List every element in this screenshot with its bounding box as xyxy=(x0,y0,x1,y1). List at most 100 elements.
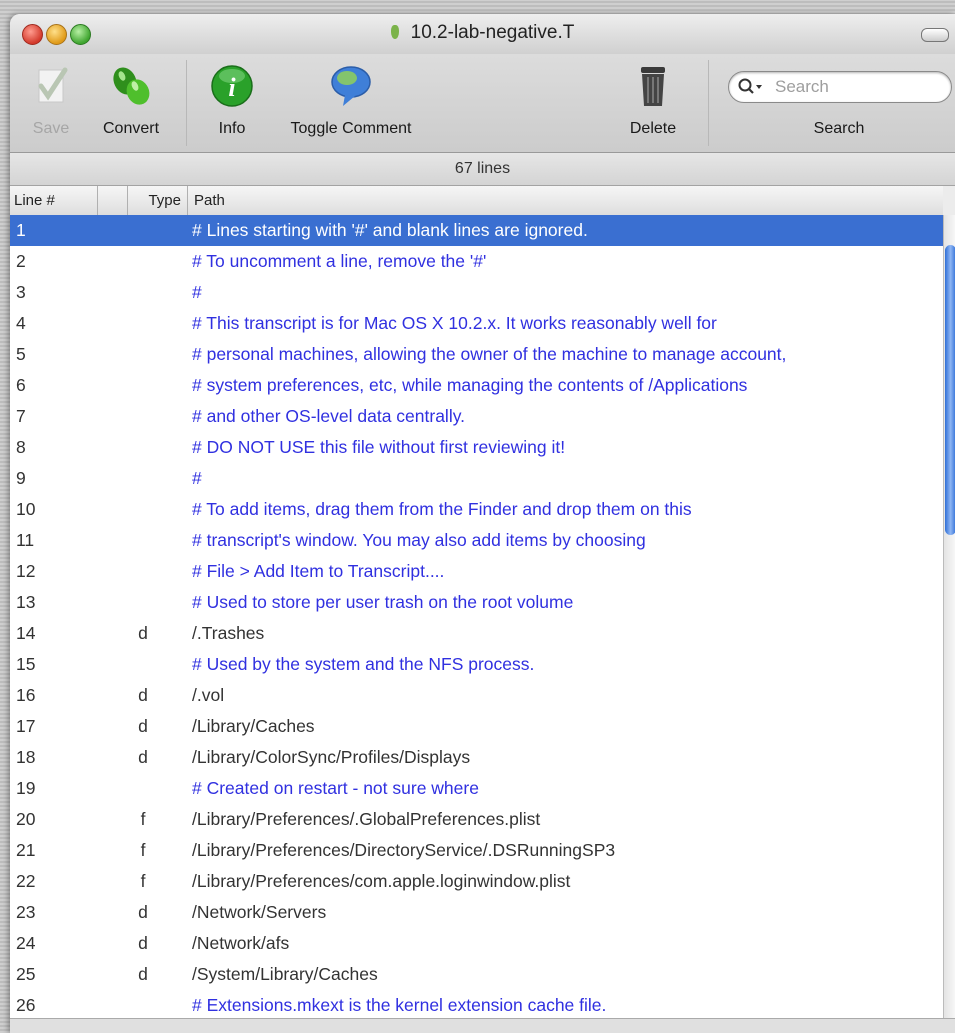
column-header-line[interactable]: Line # xyxy=(10,186,98,215)
convert-button[interactable]: Convert xyxy=(88,54,174,152)
delete-button[interactable]: Delete xyxy=(618,54,688,152)
path-cell: # xyxy=(192,468,202,488)
line-number-cell: 18 xyxy=(16,747,36,767)
path-cell: /Library/Preferences/DirectoryService/.D… xyxy=(192,840,616,860)
line-number-cell: 1 xyxy=(16,220,26,240)
search-magnifier-icon[interactable] xyxy=(737,77,765,97)
line-count-status: 67 lines xyxy=(10,153,955,186)
line-number-cell: 19 xyxy=(16,778,36,798)
table-row[interactable]: 5 # personal machines, allowing the owner… xyxy=(10,339,943,370)
table-row[interactable]: 2 # To uncomment a line, remove the '#' xyxy=(10,246,943,277)
delete-label: Delete xyxy=(629,120,677,137)
checkmark-icon xyxy=(38,67,68,103)
path-cell: # Used to store per user trash on the ro… xyxy=(192,592,574,612)
path-cell: # system preferences, etc, while managin… xyxy=(192,375,748,395)
info-button[interactable]: i Info xyxy=(202,54,262,152)
path-cell: # xyxy=(192,282,202,302)
table-row[interactable]: 19 # Created on restart - not sure where xyxy=(10,773,943,804)
path-cell: # Used by the system and the NFS process… xyxy=(192,654,535,674)
type-cell: d xyxy=(138,902,148,922)
line-number-cell: 25 xyxy=(16,964,36,984)
table-row[interactable]: 23 d/Network/Servers xyxy=(10,897,943,928)
table-row[interactable]: 12 # File > Add Item to Transcript.... xyxy=(10,556,943,587)
table-row[interactable]: 22 f/Library/Preferences/com.apple.loginw… xyxy=(10,866,943,897)
line-number-cell: 14 xyxy=(16,623,36,643)
type-cell: d xyxy=(138,933,148,953)
column-header-blank[interactable] xyxy=(98,186,128,215)
table-row[interactable]: 20 f/Library/Preferences/.GlobalPreferenc… xyxy=(10,804,943,835)
path-cell: /Library/Preferences/com.apple.loginwind… xyxy=(192,871,571,891)
line-number-cell: 22 xyxy=(16,871,36,891)
table-row[interactable]: 10 # To add items, drag them from the Fin… xyxy=(10,494,943,525)
table-row[interactable]: 26 # Extensions.mkext is the kernel exten… xyxy=(10,990,943,1018)
type-cell: d xyxy=(138,964,148,984)
table-row[interactable]: 8 # DO NOT USE this file without first re… xyxy=(10,432,943,463)
line-number-cell: 5 xyxy=(16,344,26,364)
path-cell: # DO NOT USE this file without first rev… xyxy=(192,437,566,457)
type-cell: d xyxy=(138,747,148,767)
table-row[interactable]: 11 # transcript's window. You may also ad… xyxy=(10,525,943,556)
save-button[interactable]: Save xyxy=(22,54,80,152)
table-row[interactable]: 4 # This transcript is for Mac OS X 10.2.… xyxy=(10,308,943,339)
type-cell: d xyxy=(138,623,148,643)
line-number-cell: 7 xyxy=(16,406,26,426)
table-row[interactable]: 9 # xyxy=(10,463,943,494)
vertical-scrollbar[interactable] xyxy=(943,215,955,1018)
line-number-cell: 11 xyxy=(16,530,35,550)
path-cell: # and other OS-level data centrally. xyxy=(192,406,466,426)
info-label: Info xyxy=(218,120,246,137)
search-input[interactable] xyxy=(773,76,945,98)
table-row[interactable]: 7 # and other OS-level data centrally. xyxy=(10,401,943,432)
path-cell: /Library/Caches xyxy=(192,716,315,736)
line-number-cell: 2 xyxy=(16,251,26,271)
document-proxy-icon[interactable] xyxy=(390,25,399,39)
table-row[interactable]: 18 d/Library/ColorSync/Profiles/Displays xyxy=(10,742,943,773)
line-number-cell: 26 xyxy=(16,995,36,1015)
scrollbar-thumb[interactable] xyxy=(945,245,955,535)
table-row[interactable]: 6 # system preferences, etc, while managi… xyxy=(10,370,943,401)
title-bar[interactable]: 10.2-lab-negative.T xyxy=(10,14,955,54)
toggle-comment-button[interactable]: Toggle Comment xyxy=(272,54,430,152)
path-cell: /Library/Preferences/.GlobalPreferences.… xyxy=(192,809,541,829)
speech-bubble-icon xyxy=(331,66,371,106)
table-row[interactable]: 1 # Lines starting with '#' and blank lin… xyxy=(10,215,943,246)
line-number-cell: 10 xyxy=(16,499,36,519)
table-row[interactable]: 14 d /.Trashes xyxy=(10,618,943,649)
column-header-path[interactable]: Path xyxy=(188,186,943,215)
table-header: Line # Type Path xyxy=(10,186,943,216)
line-number-cell: 13 xyxy=(16,592,36,612)
line-number-cell: 12 xyxy=(16,561,36,581)
table-row[interactable]: 25 d/System/Library/Caches xyxy=(10,959,943,990)
type-cell: f xyxy=(140,871,146,891)
window-title: 10.2-lab-negative.T xyxy=(410,22,575,43)
column-header-type[interactable]: Type xyxy=(128,186,188,215)
convert-label: Convert xyxy=(102,120,160,137)
path-cell: /System/Library/Caches xyxy=(192,964,378,984)
search-field[interactable] xyxy=(728,71,952,103)
path-cell: # transcript's window. You may also add … xyxy=(192,530,646,550)
toggle-comment-label: Toggle Comment xyxy=(290,120,412,137)
line-number-cell: 17 xyxy=(16,716,36,736)
table-row[interactable]: 21 f/Library/Preferences/DirectoryService… xyxy=(10,835,943,866)
line-number-cell: 21 xyxy=(16,840,36,860)
path-cell: # File > Add Item to Transcript.... xyxy=(192,561,445,581)
line-number-cell: 4 xyxy=(16,313,26,333)
toolbar-toggle-button[interactable] xyxy=(921,28,949,42)
table-row[interactable]: 15 # Used by the system and the NFS proce… xyxy=(10,649,943,680)
toolbar-separator xyxy=(708,60,709,146)
table-row[interactable]: 3 # xyxy=(10,277,943,308)
table-row[interactable]: 16 d /.vol xyxy=(10,680,943,711)
table-row[interactable]: 24 d/Network/afs xyxy=(10,928,943,959)
line-number-cell: 16 xyxy=(16,685,36,705)
path-cell: # Lines starting with '#' and blank line… xyxy=(192,220,588,240)
path-cell: # Extensions.mkext is the kernel extensi… xyxy=(192,995,607,1015)
trash-can-icon xyxy=(641,67,665,106)
transcript-table[interactable]: 1 # Lines starting with '#' and blank lin… xyxy=(10,215,943,1018)
table-row[interactable]: 17 d/Library/Caches xyxy=(10,711,943,742)
svg-text:i: i xyxy=(228,73,236,102)
info-icon: i xyxy=(211,65,253,107)
line-number-cell: 15 xyxy=(16,654,36,674)
table-row[interactable]: 13 # Used to store per user trash on the … xyxy=(10,587,943,618)
type-cell: f xyxy=(140,840,146,860)
path-cell: /Network/afs xyxy=(192,933,290,953)
